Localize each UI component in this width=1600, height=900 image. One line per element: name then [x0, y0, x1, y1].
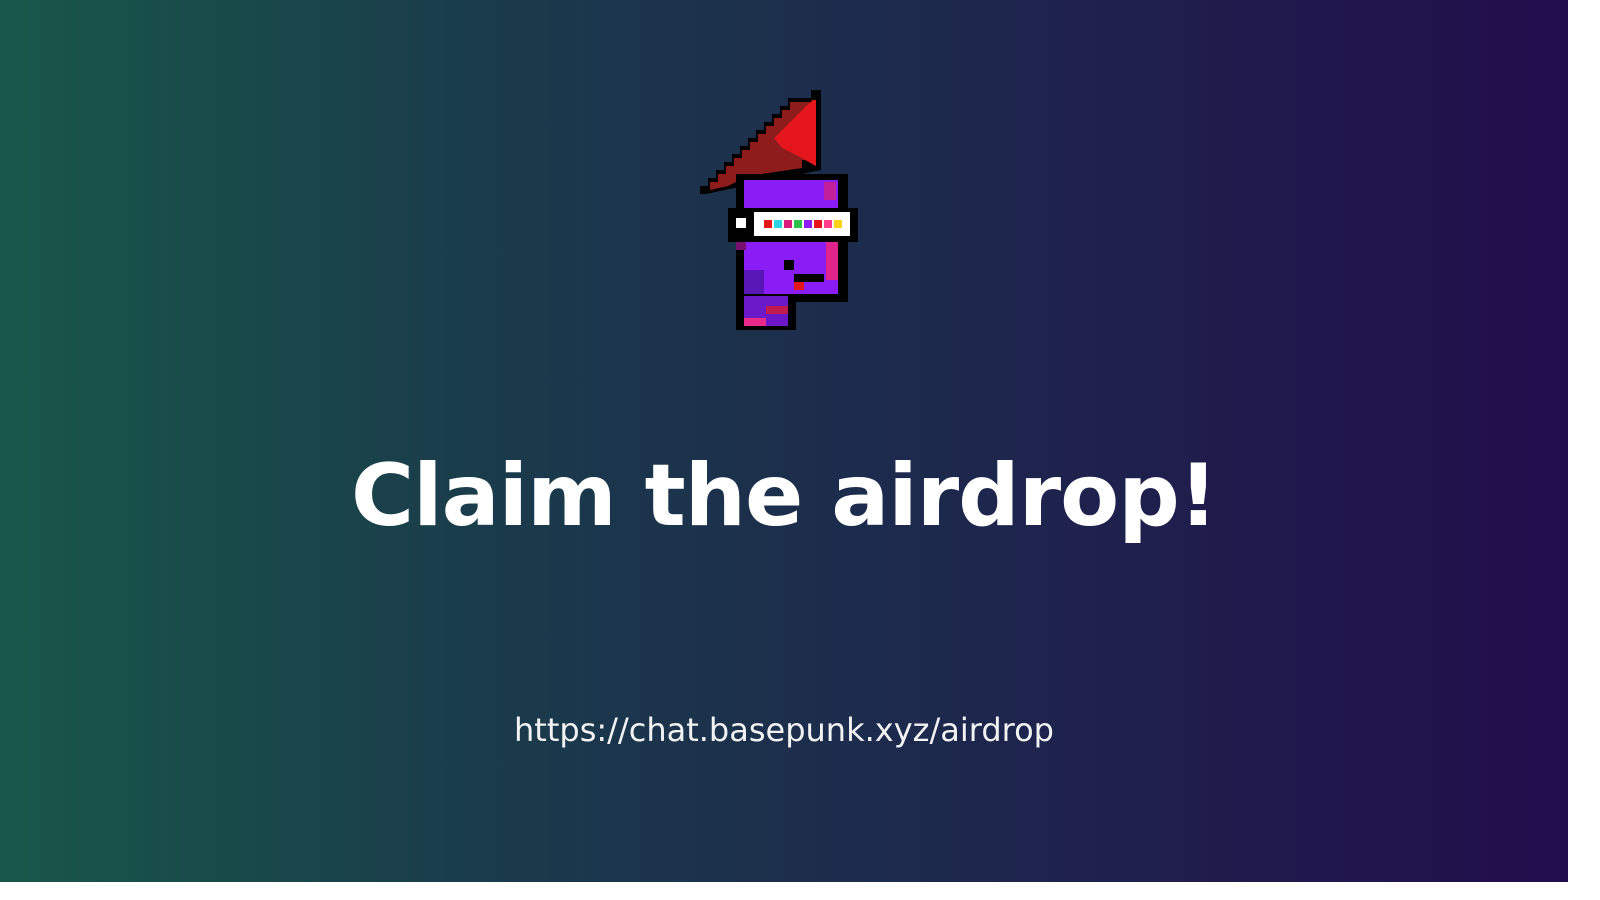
- visor-earpiece: [736, 218, 746, 228]
- visor-stripe-green: [794, 220, 802, 228]
- visor-stripe-magenta: [784, 220, 792, 228]
- visor-stripe-purple: [804, 220, 812, 228]
- airdrop-url: https://chat.basepunk.xyz/airdrop: [514, 711, 1054, 749]
- head-highlight-right: [826, 240, 838, 280]
- pixel-punk-mascot-icon: [698, 90, 858, 330]
- visor-stripe-red-2: [814, 220, 822, 228]
- nose: [784, 260, 794, 270]
- neck-pink-stripe: [744, 318, 766, 326]
- visor-stripe-red-1: [764, 220, 772, 228]
- mouth-red: [794, 282, 804, 290]
- slide-background: Claim the airdrop! https://chat.basepunk…: [0, 0, 1568, 882]
- visor-stripe-cyan: [774, 220, 782, 228]
- head-top-highlight: [824, 182, 836, 200]
- neck-red-stripe: [766, 306, 788, 314]
- head-shadow-left: [744, 270, 764, 294]
- headline: Claim the airdrop!: [350, 446, 1218, 546]
- mouth: [794, 274, 824, 282]
- pixel-punk-mascot-svg: [700, 90, 858, 330]
- visor-stripe-yellow: [834, 220, 842, 228]
- visor-stripe-pink: [824, 220, 832, 228]
